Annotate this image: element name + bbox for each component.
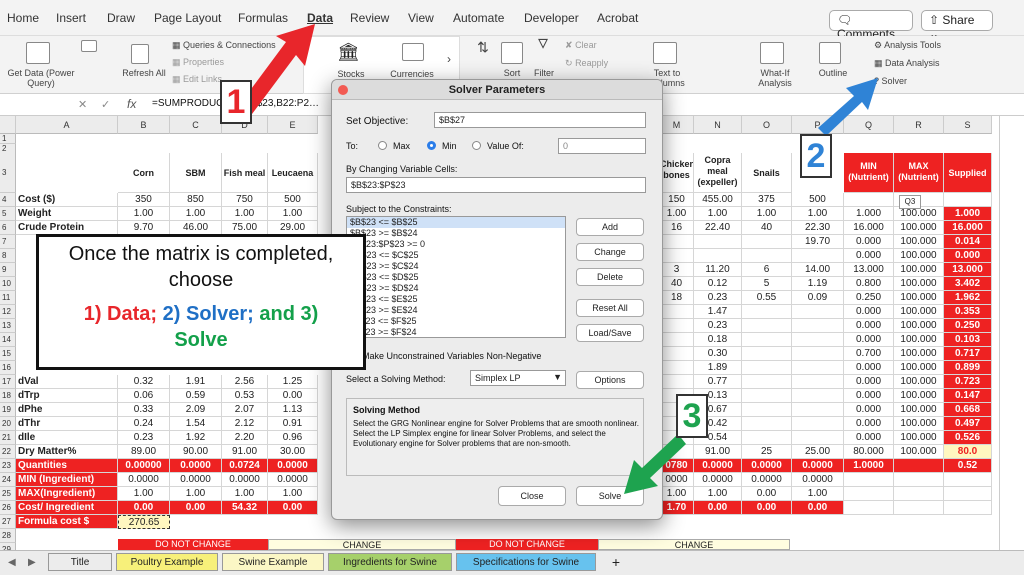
callout-intro: Once the matrix is completed, choose	[68, 243, 334, 291]
instruction-callout: Once the matrix is completed, choose 1) …	[36, 234, 366, 370]
blue-arrow	[818, 78, 878, 136]
green-arrow	[624, 434, 686, 494]
callout-step-2: 2) Solver;	[162, 303, 254, 325]
step-2-marker: 2	[800, 134, 832, 178]
callout-solve: Solve	[174, 329, 228, 351]
step-1-marker: 1	[220, 80, 252, 124]
step-3-marker: 3	[676, 394, 708, 438]
callout-step-3: 3)	[300, 303, 319, 325]
callout-and: and	[259, 303, 295, 325]
callout-step-1: 1) Data;	[83, 303, 158, 325]
excel-window: Home Insert Draw Page Layout Formulas Da…	[0, 0, 1024, 575]
